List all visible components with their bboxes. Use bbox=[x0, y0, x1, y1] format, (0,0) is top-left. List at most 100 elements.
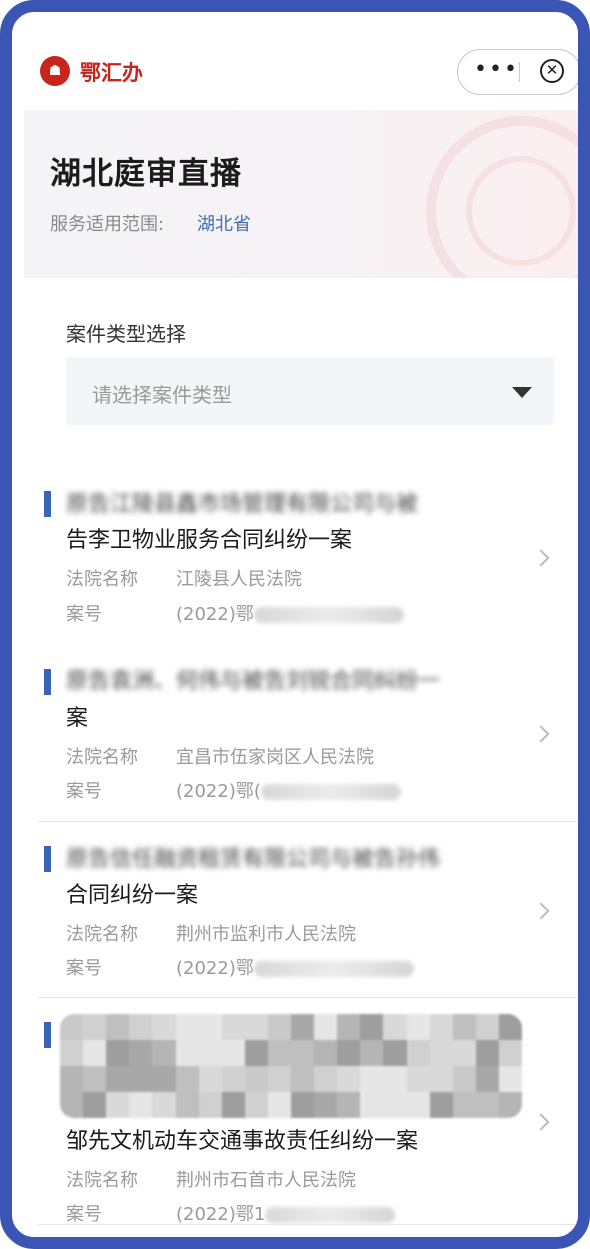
mosaic-cell bbox=[383, 1092, 407, 1118]
mosaic-cell bbox=[291, 1040, 315, 1066]
mosaic-cell bbox=[83, 1066, 107, 1092]
mosaic-cell bbox=[337, 1040, 361, 1066]
mosaic-cell bbox=[452, 1066, 476, 1092]
case-title: 邹先文机动车交通事故责任纠纷一案 bbox=[66, 1129, 419, 1154]
mosaic-cell bbox=[498, 1092, 522, 1118]
case-title-line-1: 原告江陵县鑫市场管理有限公司与被 bbox=[66, 492, 419, 517]
mosaic-cell bbox=[314, 1092, 338, 1118]
mosaic-cell bbox=[83, 1014, 107, 1040]
mosaic-cell bbox=[267, 1014, 291, 1040]
mosaic-cell bbox=[406, 1014, 430, 1040]
mosaic-cell bbox=[244, 1066, 268, 1092]
court-name-value: 荆州市监利市人民法院 bbox=[176, 924, 356, 945]
court-name-value: 江陵县人民法院 bbox=[176, 569, 302, 590]
service-scope-label: 服务适用范围: bbox=[50, 214, 165, 235]
chevron-right-icon bbox=[532, 725, 550, 743]
mosaic-cell bbox=[452, 1040, 476, 1066]
phone-frame: ☗ 鄂汇办 ••• ✕ 湖北庭审直播 服务适用范围: 湖北省 案件类型选择 请选… bbox=[0, 0, 590, 1249]
court-emblem-watermark-icon bbox=[426, 116, 578, 278]
chevron-right-icon bbox=[532, 549, 550, 567]
case-number-key: 案号 bbox=[66, 781, 102, 802]
court-name-key: 法院名称 bbox=[66, 924, 138, 945]
mosaic-cell bbox=[406, 1092, 430, 1118]
court-name-key: 法院名称 bbox=[66, 1170, 138, 1191]
header-banner: 湖北庭审直播 服务适用范围: 湖北省 bbox=[24, 110, 578, 278]
case-number-value: (2022)鄂 bbox=[176, 604, 254, 625]
mosaic-cell bbox=[291, 1014, 315, 1040]
case-number-key: 案号 bbox=[66, 1204, 102, 1225]
mosaic-cell bbox=[360, 1066, 384, 1092]
mosaic-cell bbox=[198, 1092, 222, 1118]
case-number-key: 案号 bbox=[66, 958, 102, 979]
mosaic-cell bbox=[60, 1092, 84, 1118]
accent-bar bbox=[44, 1022, 51, 1048]
page-title: 湖北庭审直播 bbox=[50, 156, 242, 192]
case-title-line-2: 告李卫物业服务合同纠纷一案 bbox=[66, 528, 353, 553]
mosaic-cell bbox=[314, 1040, 338, 1066]
case-title-line-1: 原告信任融资租赁有限公司与被告孙伟 bbox=[66, 847, 441, 872]
mosaic-cell bbox=[129, 1066, 153, 1092]
mosaic-cell bbox=[221, 1092, 245, 1118]
app-brand-name: 鄂汇办 bbox=[80, 60, 143, 85]
case-type-label: 案件类型选择 bbox=[66, 322, 186, 346]
mosaic-cell bbox=[406, 1040, 430, 1066]
mosaic-cell bbox=[198, 1066, 222, 1092]
case-list-item[interactable]: 原告袁洲、何伟与被告刘锐合同纠纷一 案 法院名称 宜昌市伍家岗区人民法院 案号 (2… bbox=[38, 646, 578, 822]
mosaic-cell bbox=[83, 1092, 107, 1118]
accent-bar bbox=[44, 491, 51, 517]
close-icon[interactable]: ✕ bbox=[540, 59, 564, 83]
mosaic-cell bbox=[498, 1040, 522, 1066]
redacted-title-mosaic bbox=[60, 1014, 522, 1118]
case-number-value: (2022)鄂 bbox=[176, 958, 254, 979]
mosaic-cell bbox=[83, 1040, 107, 1066]
mosaic-cell bbox=[175, 1040, 199, 1066]
mosaic-cell bbox=[337, 1014, 361, 1040]
mosaic-cell bbox=[383, 1014, 407, 1040]
mosaic-cell bbox=[244, 1040, 268, 1066]
mosaic-cell bbox=[106, 1092, 130, 1118]
mosaic-cell bbox=[106, 1014, 130, 1040]
mosaic-cell bbox=[360, 1092, 384, 1118]
case-list-item[interactable]: 原告江陵县鑫市场管理有限公司与被 告李卫物业服务合同纠纷一案 法院名称 江陵县人民… bbox=[38, 474, 578, 646]
mosaic-cell bbox=[383, 1040, 407, 1066]
mosaic-cell bbox=[429, 1092, 453, 1118]
case-number-value: (2022)鄂1 bbox=[176, 1204, 266, 1225]
redaction-blur bbox=[260, 784, 401, 800]
redaction-blur bbox=[253, 961, 414, 977]
case-title-line-2: 案 bbox=[66, 706, 89, 731]
mosaic-cell bbox=[129, 1014, 153, 1040]
case-type-select[interactable]: 请选择案件类型 bbox=[66, 357, 554, 425]
mosaic-cell bbox=[267, 1066, 291, 1092]
mosaic-cell bbox=[221, 1014, 245, 1040]
top-app-bar: ☗ 鄂汇办 ••• ✕ bbox=[24, 24, 578, 110]
mosaic-cell bbox=[152, 1040, 176, 1066]
court-name-value: 荆州市石首市人民法院 bbox=[176, 1170, 356, 1191]
mosaic-cell bbox=[221, 1066, 245, 1092]
mosaic-cell bbox=[360, 1014, 384, 1040]
mosaic-cell bbox=[475, 1014, 499, 1040]
accent-bar bbox=[44, 846, 51, 872]
mosaic-cell bbox=[198, 1014, 222, 1040]
court-name-key: 法院名称 bbox=[66, 747, 138, 768]
more-options-icon[interactable]: ••• bbox=[474, 57, 519, 82]
mosaic-cell bbox=[337, 1092, 361, 1118]
case-list-item[interactable]: 原告信任融资租赁有限公司与被告孙伟 合同纠纷一案 法院名称 荆州市监利市人民法院 … bbox=[38, 822, 578, 998]
mosaic-cell bbox=[106, 1066, 130, 1092]
redaction-blur bbox=[265, 1207, 396, 1223]
chevron-right-icon bbox=[532, 902, 550, 920]
service-scope-value: 湖北省 bbox=[197, 214, 251, 235]
mosaic-cell bbox=[152, 1066, 176, 1092]
case-number-value: (2022)鄂( bbox=[176, 781, 261, 802]
case-list-item[interactable]: 邹先文机动车交通事故责任纠纷一案 法院名称 荆州市石首市人民法院 案号 (2022)… bbox=[38, 998, 578, 1226]
mosaic-cell bbox=[60, 1066, 84, 1092]
mosaic-cell bbox=[406, 1066, 430, 1092]
mosaic-cell bbox=[152, 1092, 176, 1118]
mosaic-cell bbox=[129, 1092, 153, 1118]
mosaic-cell bbox=[60, 1014, 84, 1040]
mosaic-cell bbox=[429, 1040, 453, 1066]
case-title-line-1: 原告袁洲、何伟与被告刘锐合同纠纷一 bbox=[66, 669, 441, 694]
court-name-key: 法院名称 bbox=[66, 569, 138, 590]
mosaic-cell bbox=[475, 1040, 499, 1066]
app-screen: ☗ 鄂汇办 ••• ✕ 湖北庭审直播 服务适用范围: 湖北省 案件类型选择 请选… bbox=[24, 24, 578, 1237]
mosaic-cell bbox=[291, 1066, 315, 1092]
